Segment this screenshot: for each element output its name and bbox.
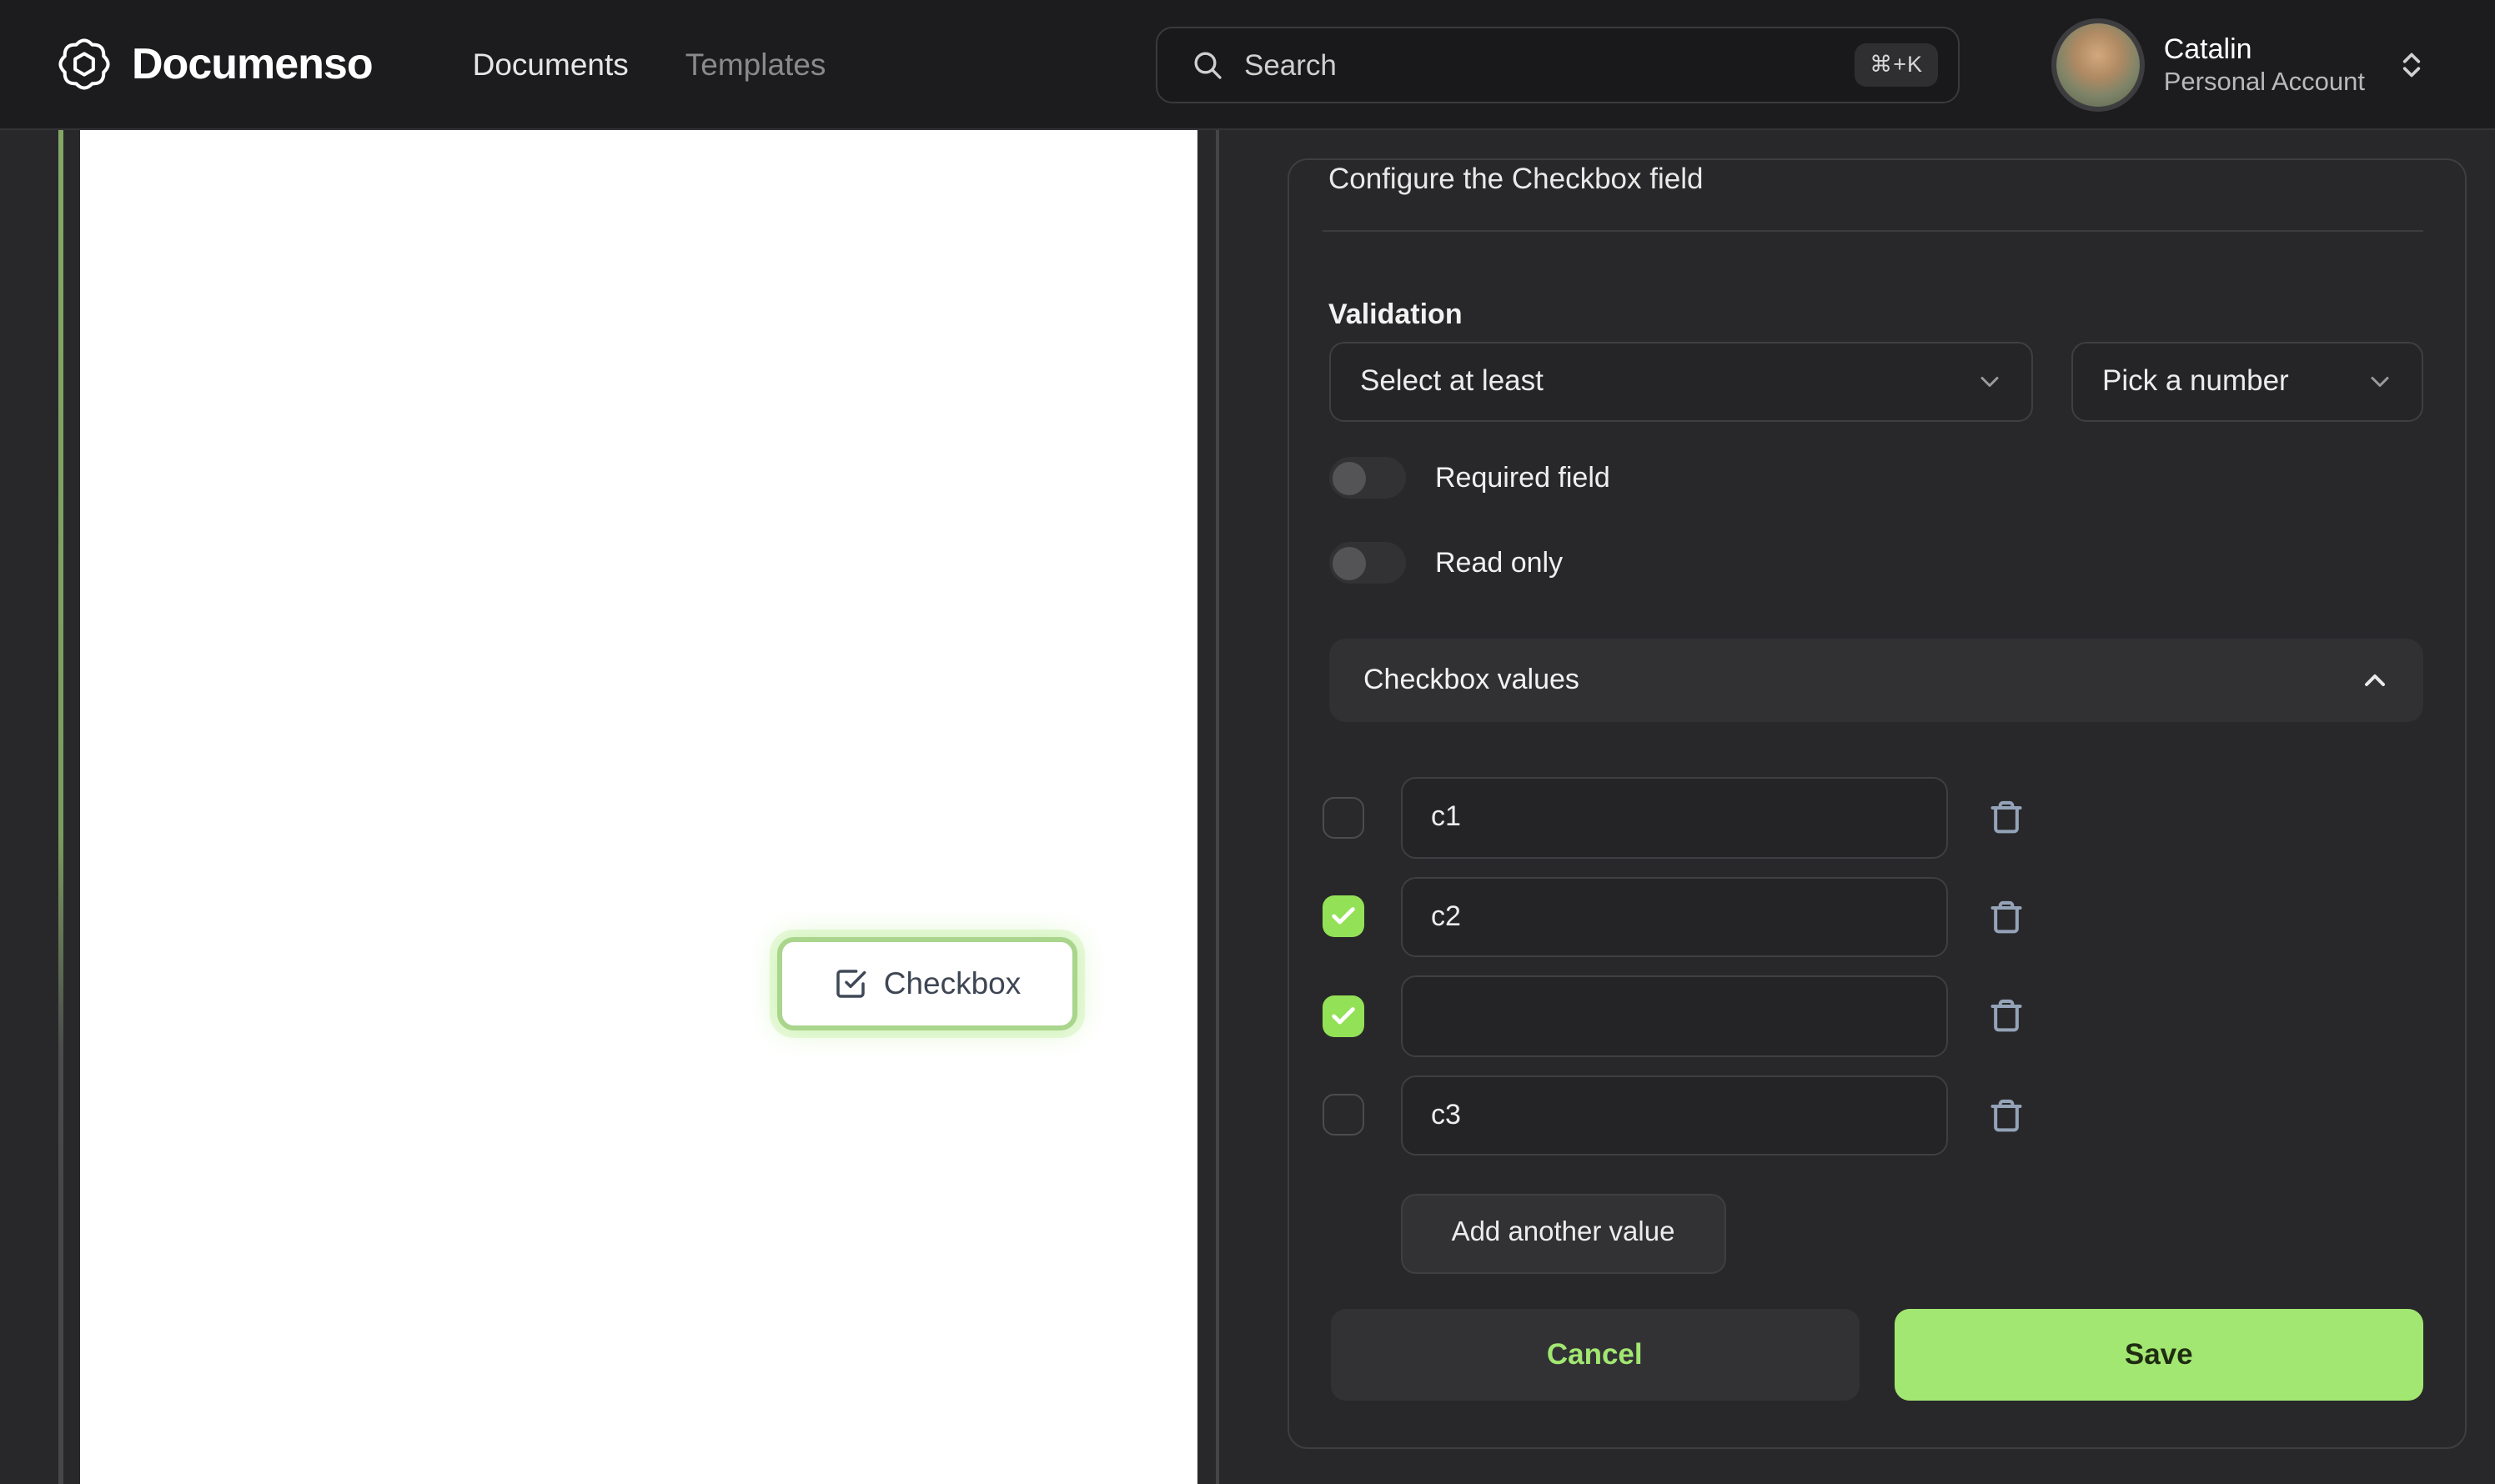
required-field-toggle[interactable] <box>1328 457 1405 499</box>
cancel-button[interactable]: Cancel <box>1330 1309 1860 1400</box>
chevron-down-icon <box>1980 376 1998 387</box>
delete-value-button[interactable] <box>1985 895 2026 939</box>
toggle-thumb <box>1333 546 1366 579</box>
search-input[interactable] <box>1244 48 1855 83</box>
validation-number-select[interactable]: Pick a number <box>2071 342 2423 421</box>
value-checkbox[interactable] <box>1322 895 1363 938</box>
search-icon <box>1194 52 1222 79</box>
brand[interactable]: Documenso <box>58 38 374 90</box>
checkbox-values-label: Checkbox values <box>1363 663 1579 695</box>
validation-label: Validation <box>1328 298 1463 330</box>
recipient-accent-line <box>58 130 63 1484</box>
user-info: Catalin Personal Account <box>2164 31 2365 98</box>
checkbox-field-on-page[interactable]: Checkbox <box>777 937 1077 1030</box>
avatar[interactable] <box>2056 23 2141 107</box>
read-only-row: Read only <box>1328 542 1563 584</box>
panel-footer: Cancel Save <box>1330 1309 2423 1400</box>
value-input[interactable] <box>1401 777 1947 858</box>
global-search[interactable]: ⌘+K <box>1156 27 1960 103</box>
delete-value-button[interactable] <box>1985 995 2026 1038</box>
nav-templates[interactable]: Templates <box>685 46 826 83</box>
trash-icon <box>1990 1000 2021 1032</box>
user-account-type: Personal Account <box>2163 68 2365 97</box>
value-checkbox[interactable] <box>1322 1094 1363 1136</box>
brand-name: Documenso <box>132 38 374 88</box>
check-icon <box>1331 907 1354 925</box>
user-name: Catalin <box>2163 33 2252 65</box>
divider <box>1322 229 2423 231</box>
value-input[interactable] <box>1401 975 1947 1056</box>
add-another-value-button[interactable]: Add another value <box>1401 1194 1725 1273</box>
trash-icon <box>1990 900 2021 933</box>
required-field-row: Required field <box>1328 457 1610 499</box>
save-button[interactable]: Save <box>1894 1309 2423 1400</box>
delete-value-button[interactable] <box>1985 1094 2026 1137</box>
nav-documents[interactable]: Documents <box>473 46 629 83</box>
value-checkbox[interactable] <box>1322 995 1363 1037</box>
documenso-logo-icon <box>58 38 110 90</box>
editor-main: Checkbox Configure the Checkbox field Va… <box>0 130 2495 1484</box>
checkbox-value-row <box>1322 975 2423 1056</box>
chevrons-up-down-icon <box>2402 53 2421 78</box>
validation-number-value: Pick a number <box>2102 363 2289 398</box>
field-chip-label: Checkbox <box>883 965 1022 1000</box>
main-nav: Documents Templates <box>473 46 826 83</box>
value-input[interactable] <box>1401 1075 1947 1156</box>
checkbox-value-row <box>1322 876 2423 957</box>
validation-rule-select[interactable]: Select at least <box>1328 342 2032 421</box>
trash-icon <box>1990 801 2021 834</box>
validation-rule-value: Select at least <box>1360 363 1544 398</box>
field-config-panel: Configure the Checkbox field Validation … <box>1287 158 2467 1448</box>
checkbox-value-row <box>1322 777 2423 858</box>
check-icon <box>1331 1006 1354 1024</box>
read-only-toggle[interactable] <box>1328 542 1405 584</box>
panel-title: Configure the Checkbox field <box>1328 162 1704 195</box>
search-shortcut-badge: ⌘+K <box>1855 43 1938 87</box>
read-only-label: Read only <box>1435 546 1564 578</box>
viewer-divider <box>1215 130 1219 1484</box>
chevron-down-icon <box>2371 376 2389 387</box>
checkbox-value-row <box>1322 1075 2423 1156</box>
delete-value-button[interactable] <box>1985 796 2026 840</box>
required-field-label: Required field <box>1435 461 1610 493</box>
checkbox-check-icon <box>836 970 866 998</box>
document-page[interactable] <box>80 130 1197 1484</box>
user-menu[interactable]: Catalin Personal Account <box>2056 23 2428 107</box>
checkbox-values-header[interactable]: Checkbox values <box>1328 639 2423 721</box>
chevron-up-icon <box>2365 674 2385 686</box>
value-checkbox[interactable] <box>1322 796 1363 839</box>
documenso-app: Documenso Documents Templates ⌘+K Catali… <box>0 0 2495 1484</box>
top-navbar: Documenso Documents Templates ⌘+K Catali… <box>0 0 2495 130</box>
validation-controls: Select at least Pick a number <box>1328 342 2423 421</box>
trash-icon <box>1990 1099 2021 1131</box>
value-input[interactable] <box>1401 876 1947 957</box>
toggle-thumb <box>1333 461 1366 494</box>
